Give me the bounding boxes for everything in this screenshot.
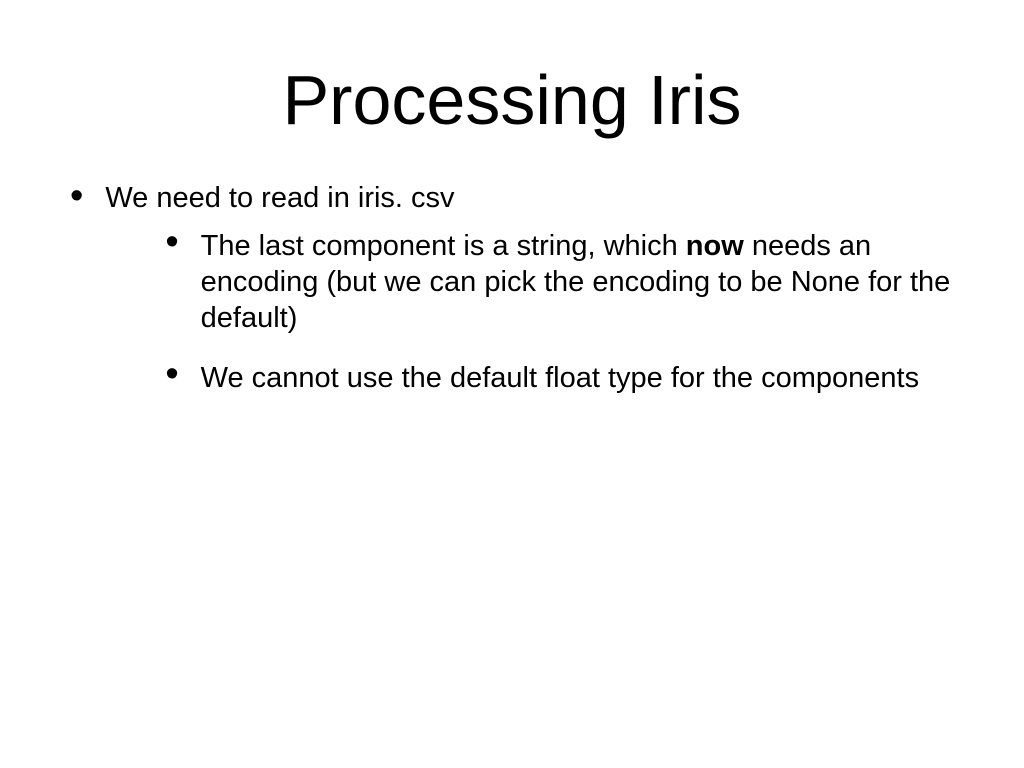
bullet-text: We cannot use the default float type for… [201, 358, 919, 396]
bullet-icon: • [165, 228, 178, 256]
text-bold: now [686, 230, 744, 262]
sub-list: • The last component is a string, which … [105, 216, 974, 396]
bullet-icon: • [165, 360, 178, 388]
list-item: • The last component is a string, which … [165, 226, 974, 336]
text-segment: The last component is a string, which [201, 230, 686, 262]
list-item: • We need to read in iris. csv • The las… [70, 180, 974, 418]
list-item: • We cannot use the default float type f… [165, 358, 974, 396]
bullet-text: We need to read in iris. csv [105, 180, 454, 214]
slide-content: • We need to read in iris. csv • The las… [0, 180, 1024, 418]
bullet-icon: • [70, 182, 83, 210]
bullet-body: We need to read in iris. csv • The last … [105, 180, 974, 418]
text-segment: We cannot use the default float type for… [201, 362, 919, 394]
bullet-text: The last component is a string, which no… [201, 226, 974, 336]
slide-title: Processing Iris [0, 0, 1024, 180]
slide: Processing Iris • We need to read in iri… [0, 0, 1024, 768]
